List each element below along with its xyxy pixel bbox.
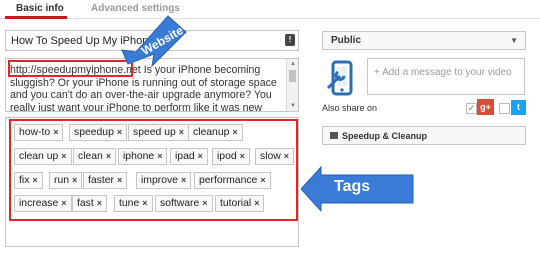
close-icon[interactable]: × xyxy=(117,175,122,185)
tab-bar: Basic info Advanced settings xyxy=(0,0,540,19)
tag-label: slow xyxy=(260,151,281,162)
tag-chip[interactable]: increase × xyxy=(14,195,72,212)
tag-label: tune xyxy=(119,198,140,209)
phone-wrench-icon xyxy=(326,60,353,96)
tag-label: cleanup xyxy=(193,127,230,138)
tag-label: increase xyxy=(19,198,59,209)
tag-label: clean xyxy=(78,151,103,162)
tag-icon[interactable]: ! xyxy=(285,34,295,46)
tag-label: clean up xyxy=(19,151,59,162)
close-icon[interactable]: × xyxy=(284,151,289,161)
tag-label: speed up xyxy=(133,127,176,138)
tag-chip[interactable]: faster × xyxy=(83,172,128,189)
active-tab-indicator xyxy=(5,16,67,19)
playlist-icon xyxy=(330,132,338,139)
tag-label: ipad xyxy=(175,151,195,162)
close-icon[interactable]: × xyxy=(202,198,207,208)
tag-label: improve xyxy=(141,175,178,186)
close-icon[interactable]: × xyxy=(53,127,58,137)
close-icon[interactable]: × xyxy=(142,198,147,208)
url-highlight-box xyxy=(8,60,133,77)
tag-chip[interactable]: how-to × xyxy=(14,124,64,141)
close-icon[interactable]: × xyxy=(106,151,111,161)
tag-chip[interactable]: software × xyxy=(155,195,213,212)
tag-chip[interactable]: ipad × xyxy=(170,148,208,165)
scrollbar-thumb[interactable] xyxy=(289,70,296,82)
tag-chip[interactable]: improve × xyxy=(136,172,192,189)
playlist-label: Speedup & Cleanup xyxy=(342,131,428,141)
message-input[interactable]: + Add a message to your video xyxy=(367,58,525,95)
tag-chip[interactable]: run × xyxy=(49,172,83,189)
chevron-down-icon: ▼ xyxy=(510,36,518,45)
tag-chip[interactable]: fast × xyxy=(72,195,108,212)
close-icon[interactable]: × xyxy=(260,175,265,185)
tag-chip[interactable]: performance × xyxy=(194,172,271,189)
privacy-selected-value: Public xyxy=(331,35,362,46)
twitter-icon[interactable]: t xyxy=(511,100,526,115)
tag-label: faster xyxy=(88,175,114,186)
tag-chip[interactable]: tune × xyxy=(114,195,153,212)
tag-chip[interactable]: clean × xyxy=(73,148,117,165)
tag-label: run xyxy=(54,175,70,186)
twitter-checkbox-icon[interactable] xyxy=(499,103,510,114)
scroll-up-icon[interactable]: ▲ xyxy=(290,61,296,67)
close-icon[interactable]: × xyxy=(181,175,186,185)
tags-callout-label: Tags xyxy=(334,178,371,195)
close-icon[interactable]: × xyxy=(72,175,77,185)
tag-chip[interactable]: slow × xyxy=(255,148,295,165)
tag-label: ipod xyxy=(217,151,237,162)
close-icon[interactable]: × xyxy=(32,175,37,185)
scroll-down-icon[interactable]: ▼ xyxy=(290,103,296,109)
tag-label: speedup xyxy=(74,127,114,138)
close-icon[interactable]: × xyxy=(97,198,102,208)
close-icon[interactable]: × xyxy=(179,127,184,137)
gplus-checkbox-icon[interactable]: ✓ xyxy=(466,103,477,114)
tag-chip[interactable]: ipod × xyxy=(212,148,250,165)
tag-label: performance xyxy=(199,175,258,186)
close-icon[interactable]: × xyxy=(254,198,259,208)
tag-label: software xyxy=(160,198,200,209)
close-icon[interactable]: × xyxy=(117,127,122,137)
tag-chip[interactable]: cleanup × xyxy=(188,124,243,141)
close-icon[interactable]: × xyxy=(240,151,245,161)
description-scrollbar[interactable]: ▲ ▼ xyxy=(286,59,298,111)
tag-label: how-to xyxy=(19,127,51,138)
tag-label: fast xyxy=(77,198,94,209)
gplus-icon[interactable]: g+ xyxy=(477,99,494,115)
playlist-button[interactable]: Speedup & Cleanup xyxy=(322,126,526,145)
tag-chip[interactable]: speedup × xyxy=(69,124,128,141)
privacy-select[interactable]: Public ▼ xyxy=(322,31,526,50)
tag-chip[interactable]: tutorial × xyxy=(215,195,265,212)
tag-chip[interactable]: fix × xyxy=(14,172,43,189)
tab-basic-info[interactable]: Basic info xyxy=(16,3,64,14)
close-icon[interactable]: × xyxy=(61,198,66,208)
tag-label: fix xyxy=(19,175,30,186)
tag-chip[interactable]: clean up × xyxy=(14,148,72,165)
tag-chip[interactable]: iphone × xyxy=(118,148,168,165)
share-label: Also share on xyxy=(322,103,378,113)
close-icon[interactable]: × xyxy=(157,151,162,161)
tag-chip[interactable]: speed up × xyxy=(128,124,190,141)
tag-label: tutorial xyxy=(220,198,252,209)
tag-label: iphone xyxy=(123,151,155,162)
close-icon[interactable]: × xyxy=(232,127,237,137)
close-icon[interactable]: × xyxy=(61,151,66,161)
close-icon[interactable]: × xyxy=(198,151,203,161)
